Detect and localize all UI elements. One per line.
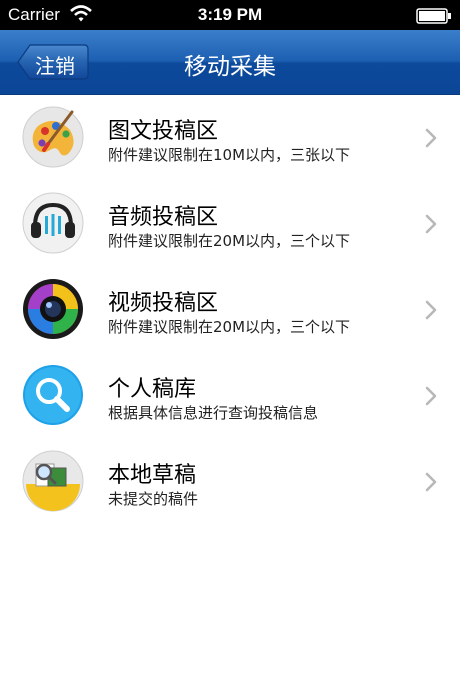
- menu-item-subtitle: 未提交的稿件: [108, 490, 199, 508]
- menu-item-image-text[interactable]: 图文投稿区 附件建议限制在10M以内，三张以下: [0, 94, 460, 180]
- chevron-right-icon: [425, 214, 437, 234]
- chevron-right-icon: [425, 386, 437, 406]
- chevron-right-icon: [425, 472, 437, 492]
- menu-item-subtitle: 附件建议限制在20M以内，三个以下: [108, 232, 351, 250]
- search-icon: [23, 365, 83, 425]
- menu-item-audio[interactable]: 音频投稿区 附件建议限制在20M以内，三个以下: [0, 180, 460, 266]
- headphones-icon: [22, 192, 84, 254]
- menu-item-subtitle: 附件建议限制在20M以内，三个以下: [108, 318, 351, 336]
- status-bar: Carrier 3:19 PM: [0, 0, 460, 30]
- menu-list: 图文投稿区 附件建议限制在10M以内，三张以下 音频投稿区 附件建议限制在20M…: [0, 94, 460, 524]
- chevron-right-icon: [425, 128, 437, 148]
- menu-item-personal-library[interactable]: 个人稿库 根据具体信息进行查询投稿信息: [0, 352, 460, 438]
- clock: 3:19 PM: [197, 5, 263, 24]
- battery-icon: [416, 8, 451, 24]
- menu-item-subtitle: 附件建议限制在10M以内，三张以下: [108, 146, 351, 164]
- menu-item-title: 本地草稿: [108, 463, 197, 488]
- navigation-bar: 注销 移动采集: [0, 30, 460, 95]
- menu-item-video[interactable]: 视频投稿区 附件建议限制在20M以内，三个以下: [0, 266, 460, 352]
- palette-icon: [22, 106, 84, 168]
- menu-item-title: 视频投稿区: [108, 291, 219, 316]
- menu-item-title: 个人稿库: [108, 377, 197, 402]
- menu-item-subtitle: 根据具体信息进行查询投稿信息: [108, 404, 319, 422]
- menu-item-title: 音频投稿区: [108, 205, 219, 230]
- menu-item-title: 图文投稿区: [108, 119, 219, 144]
- menu-item-local-drafts[interactable]: 本地草稿 未提交的稿件: [0, 438, 460, 524]
- chevron-right-icon: [425, 300, 437, 320]
- camera-lens-icon: [23, 279, 83, 339]
- draft-box-icon: [22, 450, 84, 512]
- page-title: 移动采集: [184, 54, 276, 80]
